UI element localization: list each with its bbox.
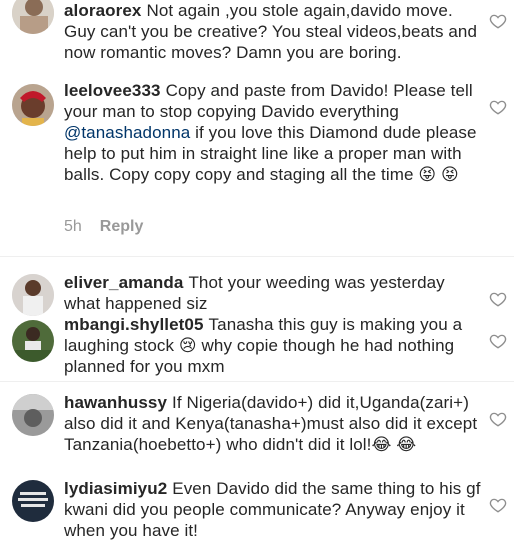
avatar-photo — [12, 394, 54, 436]
avatar-photo — [12, 480, 54, 522]
emoji: 😢 — [178, 336, 197, 355]
comment-text: lydiasimiyu2 Even Davido did the same thi… — [64, 478, 484, 541]
comment-username[interactable]: eliver_amanda — [64, 273, 183, 292]
mention-link[interactable]: @tanashadonna — [64, 123, 190, 142]
heart-outline-icon[interactable] — [489, 410, 507, 428]
avatar-photo — [12, 84, 54, 126]
comment-time: 5h — [64, 218, 82, 235]
emoji: 😝 😝 — [418, 165, 459, 184]
heart-outline-icon[interactable] — [489, 332, 507, 350]
avatar[interactable] — [12, 320, 54, 362]
avatar[interactable] — [12, 0, 54, 34]
reply-button[interactable]: Reply — [100, 218, 144, 235]
avatar-photo — [12, 0, 54, 34]
comment-text: leelovee333 Copy and paste from Davido! P… — [64, 80, 484, 185]
avatar-photo — [12, 320, 54, 362]
avatar[interactable] — [12, 480, 54, 522]
avatar[interactable] — [12, 394, 54, 436]
comment-username[interactable]: leelovee333 — [64, 81, 161, 100]
emoji: 😂 😂 — [371, 435, 417, 454]
avatar[interactable] — [12, 274, 54, 316]
comment-username[interactable]: aloraorex — [64, 1, 141, 20]
comment-text: eliver_amanda Thot your weeding was yeste… — [64, 272, 484, 314]
comment-username[interactable]: lydiasimiyu2 — [64, 479, 167, 498]
avatar[interactable] — [12, 84, 54, 126]
comment-meta: 5h Reply — [64, 218, 161, 236]
comment-username[interactable]: hawanhussy — [64, 393, 167, 412]
heart-outline-icon[interactable] — [489, 98, 507, 116]
comment-text: hawanhussy If Nigeria(davido+) did it,Uga… — [64, 392, 484, 455]
divider — [0, 256, 514, 257]
heart-outline-icon[interactable] — [489, 496, 507, 514]
comment-text: aloraorex Not again ,you stole again,davi… — [64, 0, 484, 63]
comment-text: mbangi.shyllet05 Tanasha this guy is maki… — [64, 314, 484, 377]
heart-outline-icon[interactable] — [489, 12, 507, 30]
heart-outline-icon[interactable] — [489, 290, 507, 308]
avatar-photo — [12, 274, 54, 316]
comment-username[interactable]: mbangi.shyllet05 — [64, 315, 204, 334]
divider — [0, 381, 514, 382]
